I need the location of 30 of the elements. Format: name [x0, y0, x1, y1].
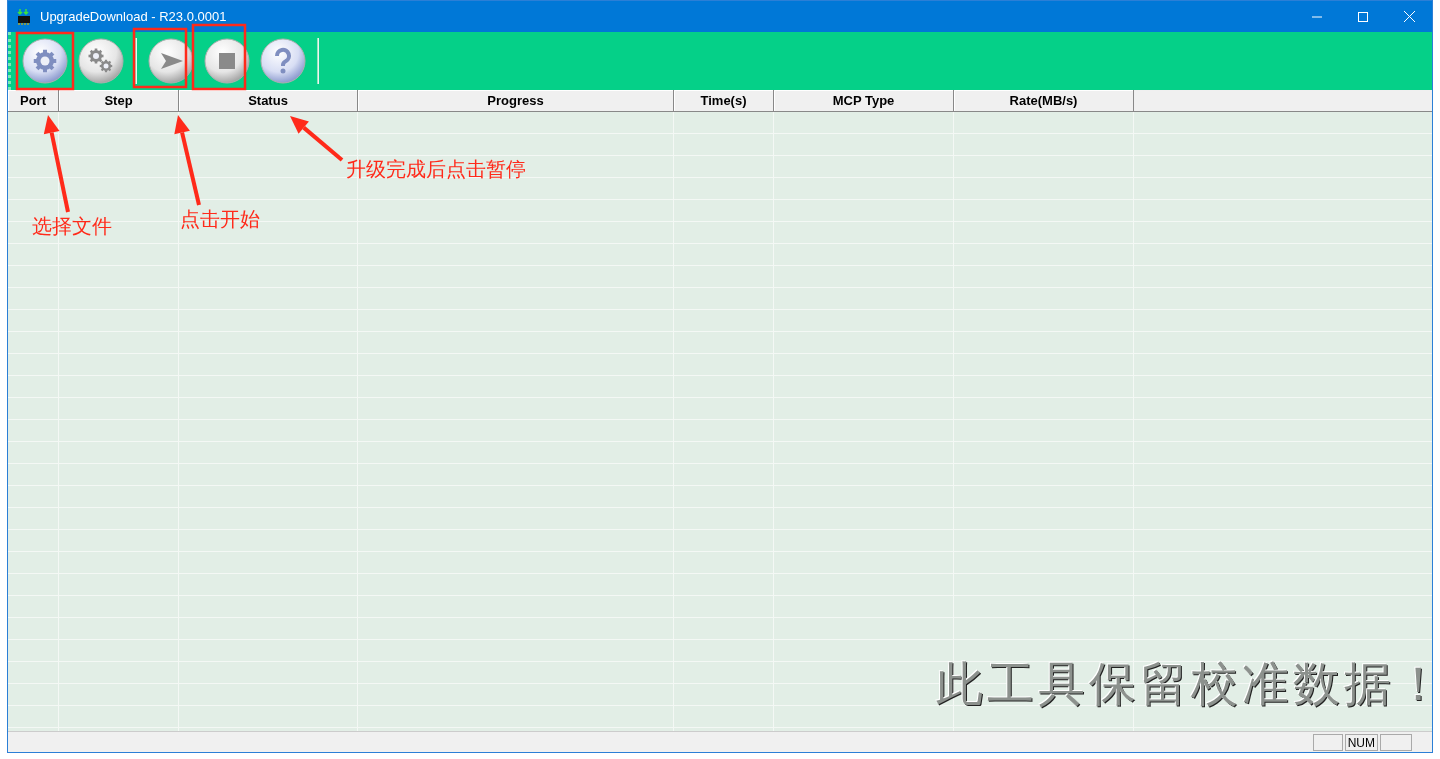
help-button[interactable] — [258, 36, 308, 86]
column-header[interactable]: Step — [59, 90, 179, 111]
column-header[interactable]: MCP Type — [774, 90, 954, 111]
arrow — [290, 116, 344, 162]
highlight-box — [132, 27, 188, 89]
column-header[interactable]: Status — [179, 90, 358, 111]
gears-button[interactable] — [76, 36, 126, 86]
column-header[interactable]: Rate(MB/s) — [954, 90, 1134, 111]
maximize-icon — [1358, 11, 1368, 22]
column-header[interactable]: Progress — [358, 90, 674, 111]
status-pane — [1312, 733, 1343, 751]
column-header[interactable]: Time(s) — [674, 90, 774, 111]
status-pane — [1380, 733, 1412, 751]
annotation-label: 升级完成后点击暂停 — [346, 157, 526, 181]
status-indicator: NUM — [1344, 733, 1378, 751]
stop-button[interactable] — [202, 36, 252, 86]
annotation-label: 点击开始 — [180, 207, 260, 231]
annotation-label: 选择文件 — [32, 214, 112, 238]
stop-icon — [204, 38, 250, 84]
gears-icon — [78, 38, 124, 84]
play-icon — [148, 38, 194, 84]
highlight-box — [191, 23, 247, 91]
highlight-box — [15, 31, 75, 91]
notice-text: 此工具保留校准数据！ — [936, 656, 1440, 712]
help-icon — [260, 38, 306, 84]
close-icon — [1403, 11, 1415, 22]
column-header[interactable]: Port — [8, 90, 59, 111]
window-title: UpgradeDownload - R23.0.0001 — [40, 7, 227, 26]
settings-button[interactable] — [20, 36, 70, 86]
settings-icon — [22, 38, 68, 84]
